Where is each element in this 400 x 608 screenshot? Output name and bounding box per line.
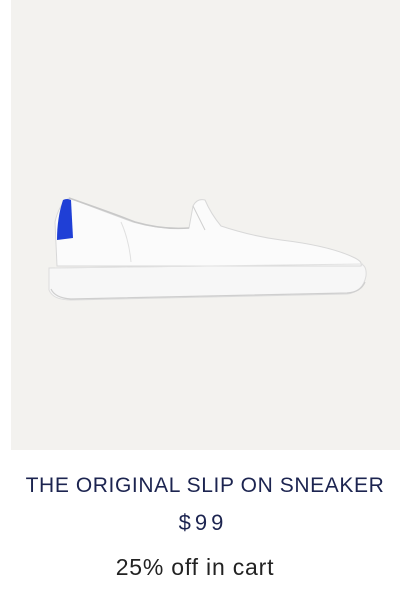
promo-text: 25% off in cart — [115, 554, 275, 580]
product-card[interactable]: THE ORIGINAL SLIP ON SNEAKER $99 25% off… — [0, 0, 400, 608]
product-image[interactable] — [11, 0, 400, 450]
product-price: $99 — [178, 510, 228, 535]
product-title[interactable]: THE ORIGINAL SLIP ON SNEAKER — [0, 474, 400, 498]
sneaker-icon — [48, 197, 367, 301]
